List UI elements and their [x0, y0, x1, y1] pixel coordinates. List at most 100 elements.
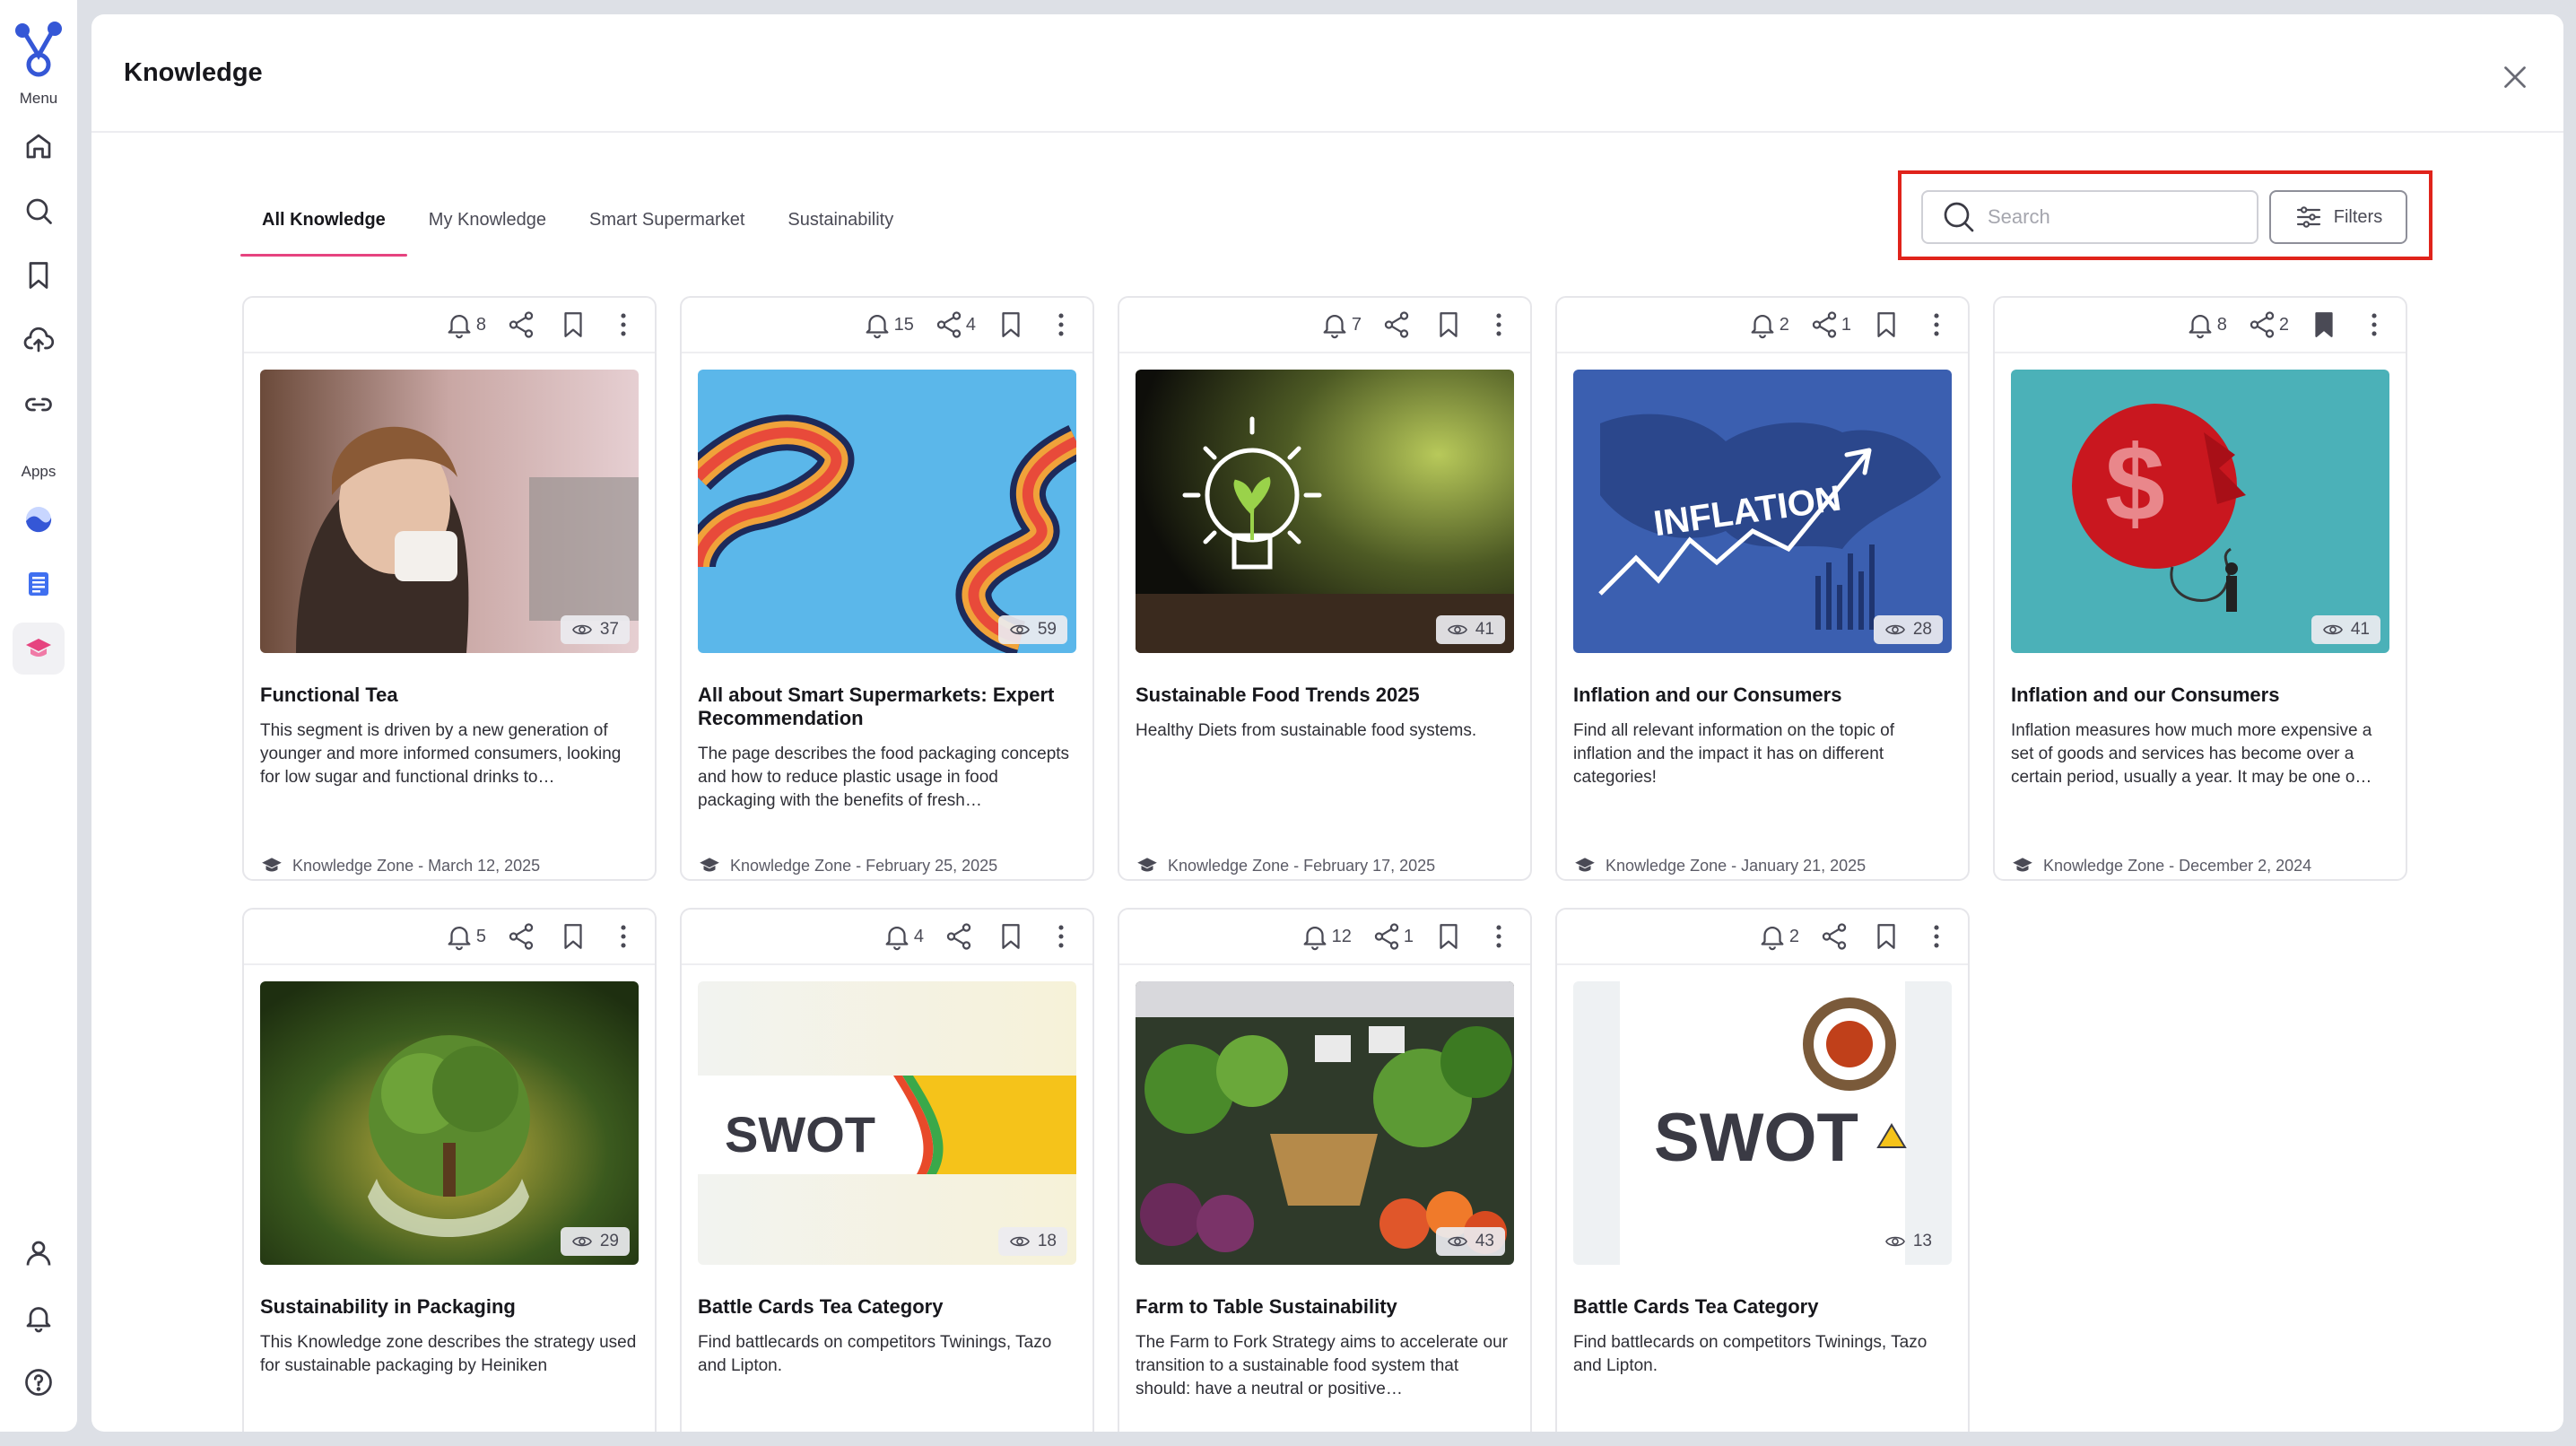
more-options-button[interactable]	[1921, 921, 1952, 952]
share-button[interactable]	[506, 921, 538, 952]
card-title: Sustainable Food Trends 2025	[1136, 684, 1420, 706]
sidebar-item-notifications[interactable]	[13, 1292, 65, 1344]
wave-app-icon	[26, 507, 52, 533]
knowledge-card[interactable]: 4 SWOT 18 Battle Cards Tea Category Find…	[680, 908, 1094, 1432]
notify-button[interactable]: 5	[444, 921, 486, 952]
bookmark-button[interactable]	[996, 309, 1026, 340]
views-badge: 18	[997, 1227, 1067, 1256]
card-thumbnail[interactable]: SWOT 18	[698, 981, 1076, 1265]
bookmark-button[interactable]	[1433, 921, 1464, 952]
tab-all-knowledge[interactable]: All Knowledge	[240, 194, 407, 257]
sidebar-item-bookmarks[interactable]	[13, 249, 65, 301]
share-button[interactable]: 1	[1371, 921, 1414, 952]
more-options-button[interactable]	[608, 921, 639, 952]
filters-button[interactable]: Filters	[2269, 190, 2407, 244]
share-button[interactable]	[1819, 921, 1851, 952]
search-icon	[1944, 202, 1974, 232]
eye-icon	[1884, 624, 1905, 635]
share-button[interactable]: 2	[2247, 309, 2289, 340]
more-vertical-icon	[1496, 313, 1501, 336]
sidebar-app-knowledge[interactable]	[13, 623, 65, 675]
card-thumbnail[interactable]: 41	[1136, 370, 1514, 653]
tab-my-knowledge[interactable]: My Knowledge	[407, 194, 568, 257]
brand-logo-icon[interactable]	[12, 20, 65, 79]
card-thumbnail[interactable]: SWOT 13	[1573, 981, 1952, 1265]
sidebar-item-home[interactable]	[13, 120, 65, 172]
sidebar-item-links[interactable]	[13, 379, 65, 431]
views-badge: 43	[1435, 1227, 1505, 1256]
card-thumbnail[interactable]: $ 41	[2011, 370, 2389, 653]
more-options-button[interactable]	[1046, 309, 1076, 340]
share-button[interactable]	[1381, 309, 1414, 340]
knowledge-card[interactable]: 7 41 Sustainable Food Trends 2025 Health…	[1118, 296, 1532, 881]
notify-button[interactable]: 15	[862, 309, 914, 340]
notify-button[interactable]: 2	[1747, 309, 1789, 340]
bookmark-button[interactable]	[996, 921, 1026, 952]
share-icon	[509, 923, 534, 950]
knowledge-card[interactable]: 12 1 43 Farm to Table Sustainability The…	[1118, 908, 1532, 1432]
document-app-icon	[29, 572, 48, 596]
more-options-button[interactable]	[1921, 309, 1952, 340]
more-options-button[interactable]	[1484, 309, 1514, 340]
share-button[interactable]: 4	[934, 309, 976, 340]
sidebar-app-document[interactable]	[13, 558, 65, 610]
bell-icon	[2189, 315, 2212, 339]
notify-button[interactable]: 8	[444, 309, 486, 340]
card-description: This Knowledge zone describes the strate…	[260, 1333, 637, 1375]
svg-text:$: $	[2105, 423, 2165, 544]
knowledge-card[interactable]: 2 1 INFLATION 28 Inflation and our Consu…	[1555, 296, 1970, 881]
notify-button[interactable]: 4	[882, 921, 924, 952]
knowledge-card[interactable]: 2 SWOT 13 Battle Cards Tea Category Find…	[1555, 908, 1970, 1432]
close-icon[interactable]	[2499, 61, 2531, 93]
more-options-button[interactable]	[1484, 921, 1514, 952]
bookmark-button[interactable]	[1871, 921, 1902, 952]
bookmark-button[interactable]	[558, 309, 588, 340]
card-thumbnail[interactable]: 59	[698, 370, 1076, 653]
notify-button[interactable]: 12	[1300, 921, 1352, 952]
card-thumbnail[interactable]: 37	[260, 370, 639, 653]
card-actions: 4	[682, 910, 1092, 965]
swot-tea-image: SWOT	[1573, 981, 1952, 1265]
sidebar-item-profile[interactable]	[13, 1227, 65, 1279]
bookmark-button[interactable]	[558, 921, 588, 952]
notify-button[interactable]: 2	[1757, 921, 1799, 952]
more-options-button[interactable]	[2359, 309, 2389, 340]
knowledge-card[interactable]: 8 37 Functional Tea This segment is driv…	[242, 296, 657, 881]
more-options-button[interactable]	[1046, 921, 1076, 952]
share-button[interactable]	[944, 921, 976, 952]
card-thumbnail[interactable]: 43	[1136, 981, 1514, 1265]
card-title: Functional Tea	[260, 684, 398, 706]
share-count: 4	[965, 314, 976, 335]
card-meta: Knowledge Zone - January 21, 2025	[1573, 854, 1866, 877]
bell-icon	[1323, 315, 1346, 339]
views-badge: 28	[1873, 615, 1943, 644]
card-description: Healthy Diets from sustainable food syst…	[1136, 721, 1477, 740]
swot-image-text: SWOT	[1654, 1100, 1858, 1176]
sidebar-item-search[interactable]	[13, 185, 65, 237]
card-actions: 7	[1119, 298, 1530, 353]
card-title: Inflation and our Consumers	[1573, 684, 1842, 706]
bookmark-button[interactable]	[1433, 309, 1464, 340]
tab-sustainability[interactable]: Sustainability	[766, 194, 915, 257]
sidebar-item-help[interactable]	[13, 1356, 65, 1408]
card-description: Inflation measures how much more expensi…	[2011, 721, 2372, 787]
search-box[interactable]	[1921, 190, 2258, 244]
bookmark-button[interactable]	[2309, 309, 2339, 340]
notify-button[interactable]: 7	[1319, 309, 1362, 340]
card-thumbnail[interactable]: INFLATION 28	[1573, 370, 1952, 653]
notification-count: 15	[893, 314, 914, 335]
search-input[interactable]	[1988, 205, 2248, 229]
knowledge-card[interactable]: 15 4 59 All about Smart Supermarkets: Ex…	[680, 296, 1094, 881]
knowledge-card[interactable]: 5 29 Sustainability in Packaging This Kn…	[242, 908, 657, 1432]
tab-smart-supermarket[interactable]: Smart Supermarket	[568, 194, 766, 257]
sidebar-app-wave[interactable]	[13, 493, 65, 545]
notify-button[interactable]: 8	[2185, 309, 2227, 340]
share-button[interactable]	[506, 309, 538, 340]
share-button[interactable]: 1	[1809, 309, 1851, 340]
knowledge-card[interactable]: 8 2 $ 41 Inflation and our Consumers Inf…	[1993, 296, 2407, 881]
sidebar-item-upload[interactable]	[13, 314, 65, 366]
card-thumbnail[interactable]: 29	[260, 981, 639, 1265]
bookmark-button[interactable]	[1871, 309, 1902, 340]
more-options-button[interactable]	[608, 309, 639, 340]
card-description: The page describes the food packaging co…	[698, 745, 1070, 810]
